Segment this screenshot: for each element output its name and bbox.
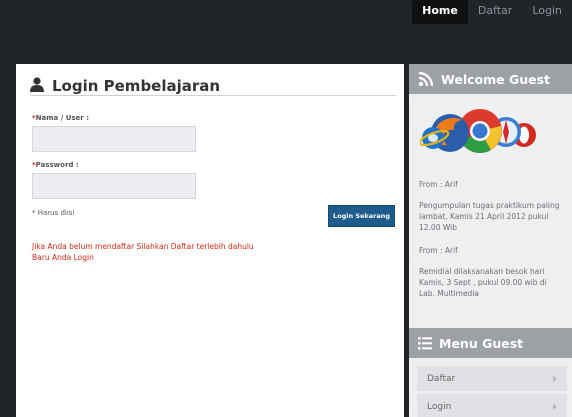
nav-login[interactable]: Login [522,0,572,24]
welcome-header: Welcome Guest [409,64,572,94]
username-input[interactable] [32,126,196,152]
menu-item-label: Login [427,401,452,412]
menu-item-label: Daftar [427,373,456,384]
menu-item-daftar[interactable]: Daftar [417,366,567,391]
menu-guest-title: Menu Guest [439,335,524,351]
password-label: *Password : [32,161,79,169]
password-input[interactable] [32,173,196,199]
login-button[interactable]: Login Sekarang [328,205,395,227]
page-title: Login Pembelajaran [52,76,221,95]
message-text: Pengumpulan tugas praktikum paling lamba… [419,201,560,232]
user-icon [30,77,44,92]
login-panel: Login Pembelajaran *Nama / User : *Passw… [16,64,404,417]
login-panel-header: Login Pembelajaran [30,76,396,96]
top-navigation: Home Daftar Login [412,0,572,24]
register-message: Jika Anda belum mendaftar Silahkan Dafta… [32,242,254,251]
login-message: Baru Anda Login [32,253,94,262]
feed-icon [418,71,434,87]
welcome-title: Welcome Guest [441,71,551,87]
menu-guest-header: Menu Guest [409,328,572,358]
browser-logos-image [420,109,536,153]
chevron-right-icon [553,375,557,382]
nav-home[interactable]: Home [412,0,468,24]
message-from: From : Arif [419,246,458,255]
menu-item-login[interactable]: Login [417,394,567,417]
message-from: From : Arif [419,180,458,189]
nav-daftar[interactable]: Daftar [468,0,522,24]
list-icon [418,336,432,349]
username-label: *Nama / User : [32,114,89,122]
chevron-right-icon [553,403,557,410]
message-text: Remidial dilaksanakan besok hari Kamis, … [419,267,547,298]
required-note: * Harus diisi [32,209,75,217]
